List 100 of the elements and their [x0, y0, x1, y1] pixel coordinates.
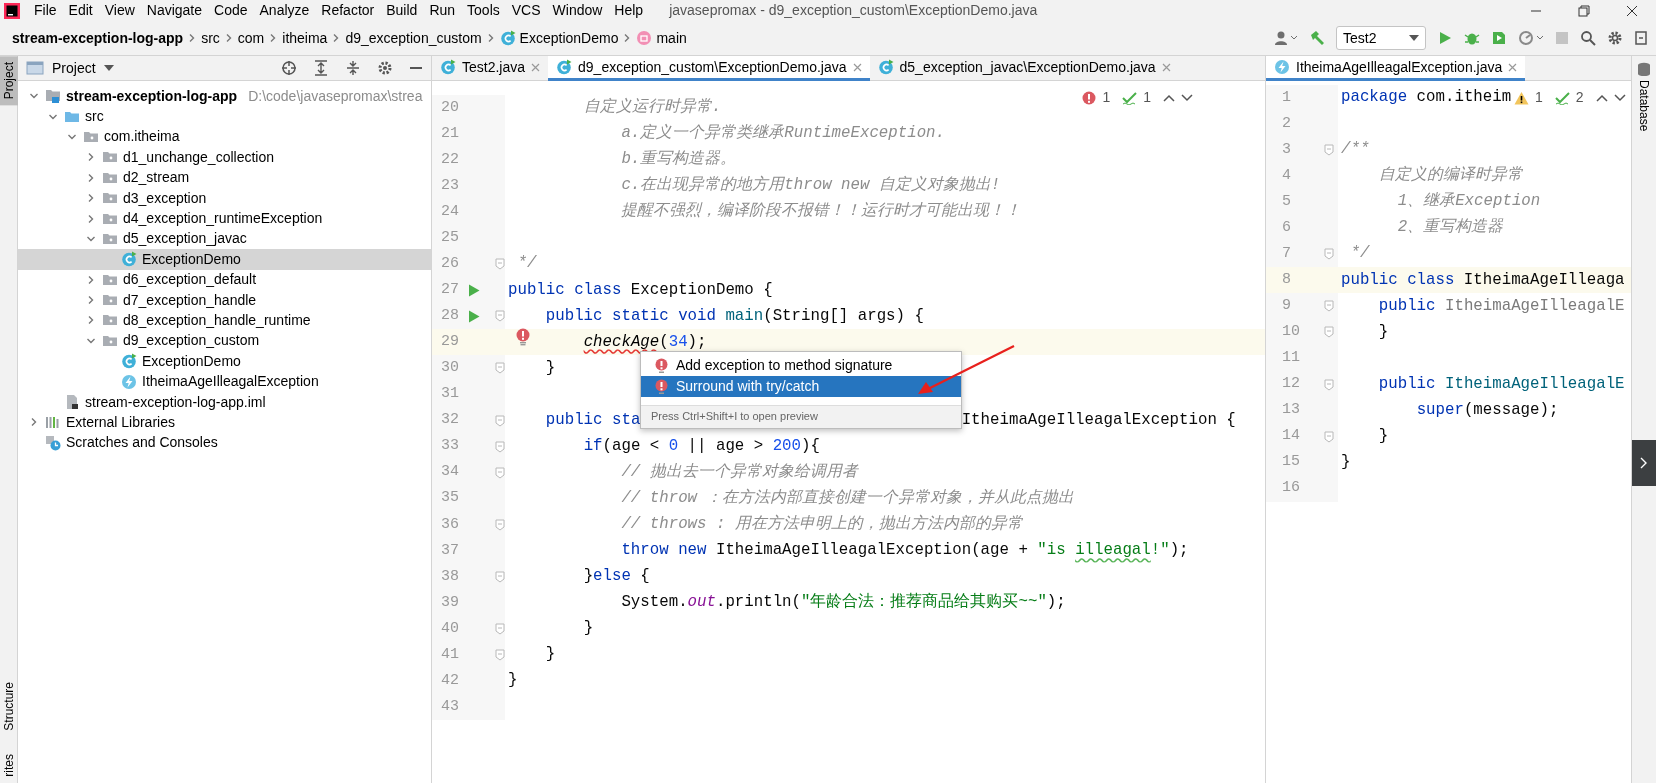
fold-icon[interactable] [495, 466, 505, 479]
menu-item[interactable]: Refactor [315, 0, 381, 21]
panel-title[interactable]: Project [52, 57, 96, 79]
menu-item[interactable]: VCS [505, 0, 547, 21]
menu-item[interactable]: Code [208, 0, 254, 21]
tree-item[interactable]: d5_exception_javac [18, 228, 431, 250]
menu-item[interactable]: View [98, 0, 141, 21]
code-token: } [583, 566, 594, 588]
previous-icon[interactable] [1163, 92, 1175, 103]
tool-window-tab[interactable]: Project [0, 56, 18, 106]
tree-item[interactable]: d7_exception_handle [18, 289, 431, 311]
fold-icon[interactable] [495, 440, 505, 453]
tree-item[interactable]: d2_stream [18, 167, 431, 188]
chevron-icon[interactable] [86, 193, 96, 204]
line-number: 26 [440, 254, 460, 275]
tree-item[interactable]: d3_exception [18, 187, 431, 209]
editor-tab[interactable]: ItheimaAgeIlleagalException.java [1266, 56, 1526, 81]
tree-item[interactable]: External Libraries [18, 412, 431, 433]
fold-icon[interactable] [1324, 430, 1334, 443]
menu-item[interactable]: Window [546, 0, 609, 21]
tree-item[interactable]: ItheimaAgeIlleagalException [18, 371, 431, 392]
fold-icon[interactable] [495, 362, 505, 375]
fold-icon[interactable] [1324, 326, 1334, 339]
fold-icon[interactable] [495, 414, 505, 427]
breadcrumb[interactable]: stream-exception-log-app [8, 27, 188, 49]
chevron-icon[interactable] [86, 295, 96, 306]
run-icon[interactable] [468, 309, 480, 323]
code-token: public static void [545, 305, 717, 327]
tree-item[interactable]: d9_exception_custom [18, 330, 431, 352]
menu-item[interactable]: Edit [62, 0, 99, 21]
close-icon[interactable] [1626, 4, 1638, 17]
tree-item[interactable]: src [18, 106, 431, 127]
tree-item[interactable]: ExceptionDemo [18, 351, 431, 372]
lightning-icon [1274, 59, 1290, 75]
fold-icon[interactable] [495, 310, 505, 323]
settings-icon[interactable] [377, 60, 393, 76]
fold-icon[interactable] [495, 649, 505, 661]
user-icon[interactable] [1274, 30, 1298, 46]
breadcrumb[interactable]: main [632, 27, 691, 49]
tool-window-tab[interactable]: rites [0, 754, 18, 783]
breadcrumb[interactable]: src [197, 27, 224, 49]
run-icon[interactable] [468, 283, 480, 297]
chevron-icon[interactable] [86, 213, 96, 224]
search-icon[interactable] [1580, 30, 1596, 46]
fold-icon[interactable] [495, 622, 505, 635]
tree-item[interactable]: Scratches and Consoles [18, 432, 431, 454]
editor-tab[interactable]: Test2.java [432, 56, 549, 81]
fold-icon[interactable] [1324, 378, 1334, 391]
chevron-icon[interactable] [86, 274, 96, 285]
intention-item[interactable]: Surround with try/catch [641, 376, 961, 397]
previous-icon[interactable] [1595, 92, 1608, 103]
menu-item[interactable]: Build [380, 0, 424, 21]
restore-icon[interactable] [1578, 4, 1590, 17]
breadcrumb[interactable]: itheima [278, 27, 332, 49]
chevron-icon[interactable] [29, 417, 39, 428]
chevron-icon[interactable] [86, 152, 96, 163]
menu-item[interactable]: Tools [461, 0, 506, 21]
run-config-dropdown[interactable]: Test2 [1336, 26, 1426, 50]
expand-panel-button[interactable] [1632, 440, 1656, 486]
tool-window-tab[interactable]: Structure [0, 675, 18, 737]
editor-tab[interactable]: d9_exception_custom\ExceptionDemo.java [548, 56, 870, 81]
editor-tab[interactable]: d5_exception_javac\ExceptionDemo.java [869, 56, 1179, 81]
menu-item[interactable]: Help [608, 0, 650, 21]
menu-item[interactable]: File [28, 0, 63, 21]
profiler-icon[interactable] [1518, 30, 1544, 46]
run-icon[interactable] [1437, 30, 1453, 46]
fold-icon[interactable] [495, 570, 505, 583]
chevron-icon[interactable] [86, 315, 96, 326]
settings-icon[interactable] [1607, 30, 1623, 46]
breadcrumb[interactable]: ExceptionDemo [495, 27, 623, 49]
tree-item[interactable]: d6_exception_default [18, 269, 431, 290]
fold-icon[interactable] [495, 258, 505, 271]
tree-item[interactable]: stream-exception-log-app.iml [18, 391, 431, 413]
tree-item[interactable]: ExceptionDemo [18, 249, 431, 270]
expand-all-icon[interactable] [313, 60, 329, 76]
chevron-icon[interactable] [86, 172, 96, 183]
locate-icon[interactable] [281, 60, 297, 76]
intention-item[interactable]: Add exception to method signature [641, 355, 961, 376]
tree-item[interactable]: d4_exception_runtimeException [18, 208, 431, 229]
tool-window-tab[interactable]: Database [1632, 56, 1656, 138]
hammer-icon[interactable] [1309, 30, 1325, 46]
breadcrumb[interactable]: com [233, 27, 269, 49]
tree-item[interactable]: d8_exception_handle_runtime [18, 310, 431, 331]
menu-item[interactable]: Analyze [253, 0, 316, 21]
tree-item[interactable]: stream-exception-log-app D:\code\javasepromax\strea [18, 86, 431, 107]
caret-icon[interactable] [103, 65, 114, 71]
tree-item[interactable]: com.itheima [18, 126, 431, 148]
tree-item[interactable]: d1_unchange_collection [18, 147, 431, 168]
coverage-icon[interactable] [1491, 30, 1507, 46]
next-icon[interactable] [1613, 92, 1626, 103]
error-bulb-icon[interactable] [516, 327, 530, 346]
collapse-all-icon[interactable] [345, 60, 361, 76]
fold-icon[interactable] [1324, 300, 1334, 313]
menu-item[interactable]: Navigate [140, 0, 209, 21]
fold-icon[interactable] [495, 518, 505, 531]
fold-icon[interactable] [1324, 248, 1334, 261]
menu-item[interactable]: Run [423, 0, 462, 21]
breadcrumb[interactable]: d9_exception_custom [341, 27, 486, 49]
fold-icon[interactable] [1324, 144, 1334, 157]
next-icon[interactable] [1181, 92, 1193, 103]
